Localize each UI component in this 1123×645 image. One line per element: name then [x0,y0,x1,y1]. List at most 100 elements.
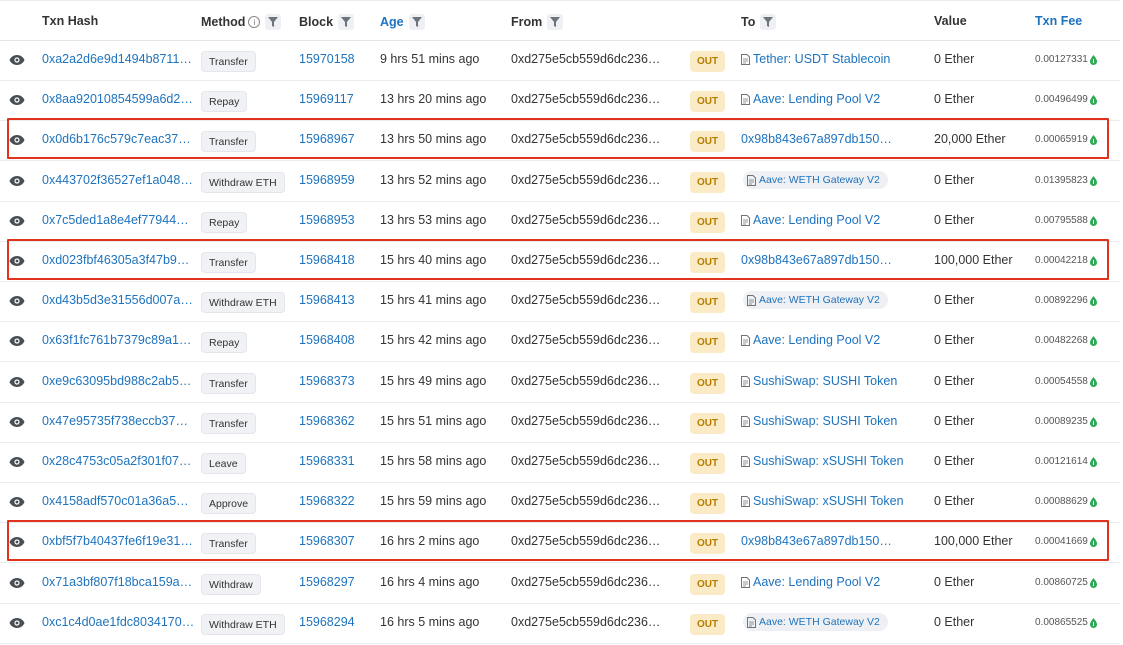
block-link[interactable]: 15968953 [299,213,355,227]
from-address[interactable]: 0xd275e5cb559d6dc236… [511,253,660,267]
eye-icon[interactable] [9,577,25,589]
eye-icon[interactable] [9,255,25,267]
txn-hash-link[interactable]: 0xc1c4d0ae1fdc8034170… [42,615,194,629]
from-address[interactable]: 0xd275e5cb559d6dc236… [511,92,660,106]
txn-hash-link[interactable]: 0xd43b5d3e31556d007a… [42,293,193,307]
block-link[interactable]: 15968959 [299,173,355,187]
txn-hash-link[interactable]: 0x28c4753c05a2f301f07… [42,454,191,468]
to-address-label[interactable]: 0x98b843e67a897db150… [741,253,892,267]
eye-icon[interactable] [9,416,25,428]
to-address-link[interactable]: Aave: WETH Gateway V2 [743,171,888,189]
txn-hash-link[interactable]: 0x47e95735f738eccb37… [42,414,188,428]
from-address[interactable]: 0xd275e5cb559d6dc236… [511,615,660,629]
header-age[interactable]: Age [380,14,425,30]
from-address[interactable]: 0xd275e5cb559d6dc236… [511,293,660,307]
from-address[interactable]: 0xd275e5cb559d6dc236… [511,173,660,187]
block-link[interactable]: 15968307 [299,534,355,548]
to-address-link[interactable]: 0x98b843e67a897db150… [741,534,892,548]
to-address-link[interactable]: Aave: Lending Pool V2 [741,575,880,589]
to-address-label[interactable]: Aave: WETH Gateway V2 [759,616,880,628]
txn-hash-link[interactable]: 0xd023fbf46305a3f47b9… [42,253,189,267]
to-address-label[interactable]: 0x98b843e67a897db150… [741,132,892,146]
txn-hash-link[interactable]: 0x4158adf570c01a36a5… [42,494,189,508]
to-address-label[interactable]: Aave: Lending Pool V2 [753,92,880,106]
eye-icon[interactable] [9,134,25,146]
info-icon[interactable]: i [248,16,261,28]
to-address-label[interactable]: SushiSwap: SUSHI Token [753,414,897,428]
block-link[interactable]: 15968967 [299,132,355,146]
from-address[interactable]: 0xd275e5cb559d6dc236… [511,374,660,388]
block-link[interactable]: 15968418 [299,253,355,267]
header-txn-fee[interactable]: Txn Fee [1035,14,1082,28]
txn-hash-link[interactable]: 0x8aa92010854599a6d2… [42,92,193,106]
to-address-label[interactable]: SushiSwap: SUSHI Token [753,374,897,388]
to-address-label[interactable]: Aave: Lending Pool V2 [753,333,880,347]
txn-hash-link[interactable]: 0xa2a2d6e9d1494b8711… [42,52,192,66]
txn-hash-link[interactable]: 0x63f1fc761b7379c89a1… [42,333,191,347]
to-address-label[interactable]: SushiSwap: xSUSHI Token [753,494,904,508]
block-link[interactable]: 15968297 [299,575,355,589]
to-address-label[interactable]: Aave: WETH Gateway V2 [759,174,880,186]
to-filter-button[interactable] [760,14,777,30]
block-filter-button[interactable] [338,14,355,30]
from-address[interactable]: 0xd275e5cb559d6dc236… [511,132,660,146]
to-address-link[interactable]: SushiSwap: SUSHI Token [741,414,897,428]
txn-hash-link[interactable]: 0x443702f36527ef1a048… [42,173,193,187]
txn-hash-link[interactable]: 0x7c5ded1a8e4ef77944… [42,213,189,227]
to-address-label[interactable]: 0x98b843e67a897db150… [741,534,892,548]
to-address-link[interactable]: 0x98b843e67a897db150… [741,132,892,146]
to-address-link[interactable]: Aave: WETH Gateway V2 [743,613,888,631]
from-address[interactable]: 0xd275e5cb559d6dc236… [511,534,660,548]
block-link[interactable]: 15968413 [299,293,355,307]
to-address-link[interactable]: Aave: Lending Pool V2 [741,92,880,106]
to-address-link[interactable]: Tether: USDT Stablecoin [741,52,890,66]
block-link[interactable]: 15968408 [299,333,355,347]
method-filter-button[interactable] [265,14,282,30]
from-address[interactable]: 0xd275e5cb559d6dc236… [511,414,660,428]
eye-icon[interactable] [9,496,25,508]
eye-icon[interactable] [9,54,25,66]
to-address-link[interactable]: SushiSwap: xSUSHI Token [741,454,904,468]
eye-icon[interactable] [9,376,25,388]
eye-icon[interactable] [9,335,25,347]
from-address[interactable]: 0xd275e5cb559d6dc236… [511,494,660,508]
eye-icon[interactable] [9,215,25,227]
to-address-link[interactable]: Aave: Lending Pool V2 [741,333,880,347]
from-address[interactable]: 0xd275e5cb559d6dc236… [511,454,660,468]
to-address-link[interactable]: 0x98b843e67a897db150… [741,253,892,267]
from-address[interactable]: 0xd275e5cb559d6dc236… [511,333,660,347]
to-address-label[interactable]: SushiSwap: xSUSHI Token [753,454,904,468]
eye-icon[interactable] [9,175,25,187]
to-address-link[interactable]: SushiSwap: xSUSHI Token [741,494,904,508]
eye-icon[interactable] [9,536,25,548]
to-address-label[interactable]: Tether: USDT Stablecoin [753,52,890,66]
eye-icon[interactable] [9,295,25,307]
block-link[interactable]: 15969117 [299,92,354,106]
eye-icon[interactable] [9,456,25,468]
block-link[interactable]: 15968362 [299,414,355,428]
header-age-label[interactable]: Age [380,15,404,29]
block-link[interactable]: 15968322 [299,494,355,508]
txn-hash-link[interactable]: 0x71a3bf807f18bca159a… [42,575,192,589]
block-link[interactable]: 15968373 [299,374,355,388]
from-address[interactable]: 0xd275e5cb559d6dc236… [511,213,660,227]
txn-hash-link[interactable]: 0xbf5f7b40437fe6f19e31… [42,534,193,548]
to-address-link[interactable]: Aave: WETH Gateway V2 [743,291,888,309]
from-filter-button[interactable] [547,14,564,30]
block-link[interactable]: 15970158 [299,52,355,66]
to-address-label[interactable]: Aave: Lending Pool V2 [753,213,880,227]
eye-icon[interactable] [9,617,25,629]
eye-icon[interactable] [9,94,25,106]
txn-hash-link[interactable]: 0x0d6b176c579c7eac37… [42,132,191,146]
to-address-link[interactable]: SushiSwap: SUSHI Token [741,374,897,388]
age-filter-button[interactable] [408,14,425,30]
block-link[interactable]: 15968294 [299,615,355,629]
txn-hash-link[interactable]: 0xe9c63095bd988c2ab5… [42,374,191,388]
header-txn-fee-label[interactable]: Txn Fee [1035,14,1082,28]
to-address-label[interactable]: Aave: Lending Pool V2 [753,575,880,589]
from-address[interactable]: 0xd275e5cb559d6dc236… [511,575,660,589]
from-address[interactable]: 0xd275e5cb559d6dc236… [511,52,660,66]
to-address-link[interactable]: Aave: Lending Pool V2 [741,213,880,227]
block-link[interactable]: 15968331 [299,454,355,468]
to-address-label[interactable]: Aave: WETH Gateway V2 [759,294,880,306]
